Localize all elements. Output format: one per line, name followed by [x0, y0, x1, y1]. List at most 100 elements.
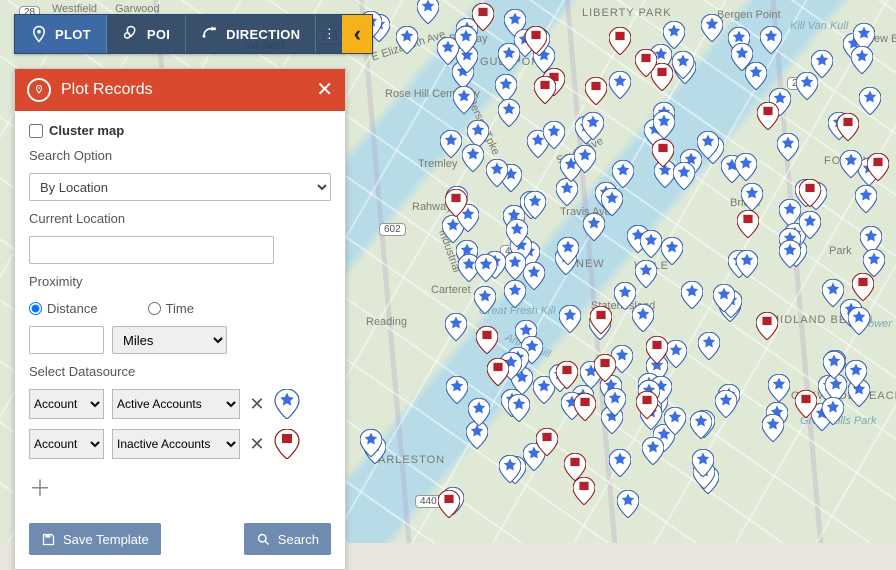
map-pin-star[interactable]	[360, 429, 382, 457]
radio-time[interactable]: Time	[148, 301, 194, 316]
map-pin-flag[interactable]	[651, 63, 673, 91]
map-pin-star[interactable]	[456, 18, 478, 46]
map-pin-star[interactable]	[823, 351, 845, 379]
map-pin-flag[interactable]	[757, 102, 779, 130]
map-pin-flag[interactable]	[852, 273, 874, 301]
map-pin-star[interactable]	[795, 179, 817, 207]
map-pin-star[interactable]	[457, 204, 479, 232]
map-pin-star[interactable]	[646, 355, 668, 383]
map-pin-star[interactable]	[466, 421, 488, 449]
map-pin-star[interactable]	[859, 87, 881, 115]
map-pin-star[interactable]	[653, 424, 675, 452]
radio-time-input[interactable]	[148, 302, 161, 315]
map-pin-star[interactable]	[456, 45, 478, 73]
map-pin-star[interactable]	[728, 250, 750, 278]
map-pin-star[interactable]	[811, 403, 833, 431]
map-pin-star[interactable]	[822, 397, 844, 425]
map-pin-star[interactable]	[843, 33, 865, 61]
map-pin-star[interactable]	[549, 364, 571, 392]
map-pin-star[interactable]	[523, 443, 545, 471]
map-pin-star[interactable]	[609, 71, 631, 99]
map-pin-star[interactable]	[640, 230, 662, 258]
toolbar-direction-button[interactable]: DIRECTION	[186, 15, 316, 53]
map-pin-star[interactable]	[456, 240, 478, 268]
map-pin-star[interactable]	[524, 191, 546, 219]
map-pin-star[interactable]	[692, 449, 714, 477]
map-pin-star[interactable]	[601, 406, 623, 434]
map-pin-star[interactable]	[845, 360, 867, 388]
toolbar-collapse-button[interactable]: ‹	[342, 15, 372, 53]
map-pin-flag[interactable]	[609, 27, 631, 55]
map-pin-star[interactable]	[860, 226, 882, 254]
map-pin-star[interactable]	[543, 121, 565, 149]
map-pin-star[interactable]	[673, 162, 695, 190]
map-pin-star[interactable]	[445, 313, 467, 341]
map-pin-flag[interactable]	[590, 306, 612, 334]
map-pin-flag[interactable]	[652, 139, 674, 167]
map-pin-star[interactable]	[640, 402, 662, 430]
map-pin-star[interactable]	[609, 449, 631, 477]
map-pin-star[interactable]	[458, 254, 480, 282]
map-pin-flag[interactable]	[476, 326, 498, 354]
map-pin-star[interactable]	[574, 145, 596, 173]
map-pin-star[interactable]	[768, 374, 790, 402]
map-pin-star[interactable]	[805, 182, 827, 210]
panel-close-button[interactable]: ✕	[316, 80, 333, 100]
map-pin-star[interactable]	[528, 28, 550, 56]
map-pin-star[interactable]	[446, 186, 468, 214]
map-pin-star[interactable]	[701, 14, 723, 42]
map-pin-star[interactable]	[453, 86, 475, 114]
map-pin-flag[interactable]	[574, 393, 596, 421]
map-pin-star[interactable]	[661, 237, 683, 265]
map-pin-star[interactable]	[555, 247, 577, 275]
map-pin-flag[interactable]	[543, 68, 565, 96]
map-pin-star[interactable]	[784, 223, 806, 251]
map-pin-flag[interactable]	[795, 390, 817, 418]
map-pin-star[interactable]	[474, 286, 496, 314]
ds-view-select-0[interactable]: Active Accounts	[112, 389, 240, 419]
map-pin-star[interactable]	[822, 279, 844, 307]
map-pin-star[interactable]	[504, 456, 526, 484]
map-pin-star[interactable]	[635, 260, 657, 288]
map-pin-star[interactable]	[468, 398, 490, 426]
toolbar-plot-button[interactable]: PLOT	[15, 15, 107, 53]
map-pin-star[interactable]	[785, 239, 807, 267]
map-pin-star[interactable]	[557, 237, 579, 265]
map-pin-star[interactable]	[498, 43, 520, 71]
search-option-select[interactable]: By Location	[29, 173, 331, 201]
map-pin-star[interactable]	[583, 213, 605, 241]
map-pin-star[interactable]	[572, 385, 594, 413]
map-pin-flag[interactable]	[534, 76, 556, 104]
map-pin-star[interactable]	[777, 133, 799, 161]
map-pin-flag[interactable]	[487, 358, 509, 386]
map-pin-star[interactable]	[575, 116, 597, 144]
map-pin-flag[interactable]	[594, 354, 616, 382]
map-pin-star[interactable]	[855, 185, 877, 213]
map-pin-star[interactable]	[638, 380, 660, 408]
map-pin-star[interactable]	[533, 376, 555, 404]
map-pin-star[interactable]	[595, 182, 617, 210]
map-pin-star[interactable]	[364, 436, 386, 464]
map-pin-star[interactable]	[533, 45, 555, 73]
map-pin-star[interactable]	[840, 150, 862, 178]
map-pin-star[interactable]	[514, 29, 536, 57]
add-datasource-button[interactable]: ＋	[29, 469, 331, 505]
map-pin-star[interactable]	[848, 379, 870, 407]
map-pin-star[interactable]	[560, 154, 582, 182]
map-pin-star[interactable]	[664, 407, 686, 435]
map-pin-star[interactable]	[504, 280, 526, 308]
map-pin-star[interactable]	[693, 410, 715, 438]
map-pin-star[interactable]	[495, 74, 517, 102]
map-pin-star[interactable]	[580, 361, 602, 389]
map-pin-flag[interactable]	[564, 453, 586, 481]
map-pin-star[interactable]	[501, 389, 523, 417]
map-pin-star[interactable]	[665, 340, 687, 368]
map-pin-star[interactable]	[863, 249, 885, 277]
map-pin-star[interactable]	[766, 402, 788, 430]
map-pin-star[interactable]	[720, 290, 742, 318]
map-pin-star[interactable]	[506, 219, 528, 247]
map-pin-star[interactable]	[762, 414, 784, 442]
map-pin-star[interactable]	[672, 51, 694, 79]
map-pin-star[interactable]	[719, 294, 741, 322]
map-pin-flag[interactable]	[635, 49, 657, 77]
